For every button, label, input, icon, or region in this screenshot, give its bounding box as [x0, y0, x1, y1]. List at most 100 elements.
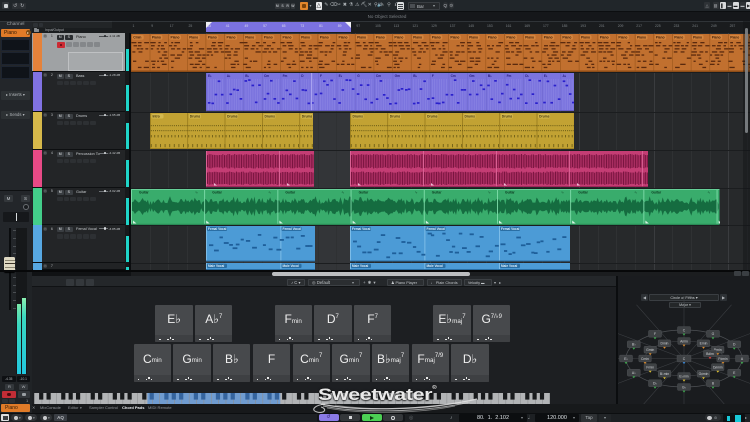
svg-text:Fm: Fm: [283, 74, 288, 78]
svg-text:Cm: Cm: [376, 74, 381, 78]
svg-text:G♭: G♭: [682, 385, 687, 389]
svg-text:D♯min: D♯min: [713, 365, 723, 369]
svg-text:Drums: Drums: [465, 114, 476, 118]
svg-text:F: F: [654, 332, 656, 336]
svg-text:Piano: Piano: [339, 35, 348, 39]
svg-text:Piano: Piano: [469, 35, 478, 39]
svg-text:Cmin: Cmin: [133, 35, 141, 39]
svg-text:E♭min: E♭min: [679, 374, 688, 378]
svg-text:E♭: E♭: [544, 74, 548, 78]
svg-text:Guitar: Guitar: [651, 190, 661, 194]
svg-text:∿: ∿: [415, 190, 418, 194]
svg-text:E♭: E♭: [624, 356, 628, 360]
svg-text:Drums: Drums: [390, 114, 401, 118]
svg-text:Male Vocal: Male Vocal: [208, 264, 224, 268]
svg-text:F: F: [320, 74, 322, 78]
svg-text:Intro: Intro: [153, 114, 160, 118]
svg-text:Fmin: Fmin: [646, 365, 654, 369]
svg-text:Piano: Piano: [413, 35, 422, 39]
svg-text:Male Vocal: Male Vocal: [352, 264, 368, 268]
svg-text:Femal Vocal: Femal Vocal: [283, 227, 301, 231]
svg-text:E♭: E♭: [208, 74, 212, 78]
svg-text:Drums: Drums: [353, 114, 364, 118]
svg-text:Piano: Piano: [525, 35, 534, 39]
svg-text:∿: ∿: [561, 190, 564, 194]
svg-text:Piano: Piano: [656, 35, 665, 39]
svg-text:D♭: D♭: [653, 381, 657, 385]
svg-text:Piano: Piano: [171, 35, 180, 39]
svg-text:Piano: Piano: [712, 35, 721, 39]
svg-text:Gm: Gm: [469, 74, 474, 78]
svg-text:E♭: E♭: [339, 74, 343, 78]
svg-text:Piano: Piano: [152, 35, 161, 39]
svg-text:F♯min: F♯min: [718, 356, 727, 360]
svg-text:B♭: B♭: [632, 342, 636, 346]
svg-text:Drums: Drums: [190, 114, 201, 118]
svg-text:Guitar: Guitar: [212, 190, 222, 194]
svg-text:Femal Vocal: Femal Vocal: [208, 227, 226, 231]
svg-text:Guitar: Guitar: [578, 190, 588, 194]
svg-text:G: G: [712, 332, 715, 336]
svg-text:∿: ∿: [195, 190, 198, 194]
svg-text:Piano: Piano: [506, 35, 515, 39]
svg-text:∿: ∿: [634, 190, 637, 194]
svg-text:A♭: A♭: [632, 371, 636, 375]
svg-text:Femal Vocal: Femal Vocal: [352, 227, 370, 231]
svg-text:Piano: Piano: [730, 35, 739, 39]
svg-text:∿: ∿: [707, 190, 710, 194]
svg-text:Piano: Piano: [394, 35, 403, 39]
svg-text:∿: ∿: [341, 190, 344, 194]
svg-text:Drums: Drums: [265, 114, 276, 118]
svg-text:Fm: Fm: [507, 74, 512, 78]
svg-text:Male Vocal: Male Vocal: [501, 264, 517, 268]
svg-text:Piano: Piano: [544, 35, 553, 39]
svg-text:Piano: Piano: [562, 35, 571, 39]
svg-text:Drums: Drums: [427, 114, 438, 118]
svg-text:Cmin: Cmin: [641, 356, 649, 360]
svg-text:Femal Vocal: Femal Vocal: [501, 227, 519, 231]
svg-text:Male Vocal: Male Vocal: [283, 264, 299, 268]
svg-text:B♭min: B♭min: [660, 372, 669, 376]
svg-text:Gm: Gm: [395, 74, 400, 78]
svg-text:Emin: Emin: [700, 341, 708, 345]
svg-text:Piano: Piano: [264, 35, 273, 39]
svg-text:Piano: Piano: [301, 35, 310, 39]
svg-text:Piano: Piano: [674, 35, 683, 39]
svg-text:B♭: B♭: [413, 74, 417, 78]
svg-text:Piano: Piano: [600, 35, 609, 39]
svg-text:Guitar: Guitar: [505, 190, 515, 194]
svg-text:Femal Vocal: Femal Vocal: [427, 227, 445, 231]
svg-text:∿: ∿: [268, 190, 271, 194]
svg-text:Bdim: Bdim: [706, 351, 714, 355]
svg-text:D♭: D♭: [525, 74, 529, 78]
svg-text:Amin: Amin: [680, 339, 688, 343]
svg-text:Piano: Piano: [320, 35, 329, 39]
svg-text:Dmin: Dmin: [661, 341, 669, 345]
svg-text:∿: ∿: [488, 190, 491, 194]
svg-text:A♭: A♭: [227, 74, 231, 78]
svg-text:B♭: B♭: [488, 74, 492, 78]
svg-text:Piano: Piano: [581, 35, 590, 39]
svg-text:Piano: Piano: [432, 35, 441, 39]
svg-text:Cm: Cm: [451, 74, 456, 78]
svg-text:Drums: Drums: [502, 114, 513, 118]
svg-text:Cm: Cm: [264, 74, 269, 78]
svg-text:Guitar: Guitar: [359, 190, 369, 194]
svg-text:Piano: Piano: [283, 35, 292, 39]
svg-text:B♭: B♭: [245, 74, 249, 78]
svg-text:G♯min: G♯min: [699, 372, 709, 376]
svg-text:Drums: Drums: [539, 114, 550, 118]
svg-text:Piano: Piano: [376, 35, 385, 39]
svg-text:Piano: Piano: [488, 35, 497, 39]
svg-text:Male Vocal: Male Vocal: [427, 264, 443, 268]
svg-text:Piano: Piano: [618, 35, 627, 39]
svg-text:Piano: Piano: [208, 35, 217, 39]
svg-text:Guitar: Guitar: [432, 190, 442, 194]
svg-text:A♭: A♭: [563, 74, 567, 78]
svg-text:Piano: Piano: [450, 35, 459, 39]
svg-text:Piano: Piano: [189, 35, 198, 39]
svg-text:Piano: Piano: [357, 35, 366, 39]
svg-text:Gmin: Gmin: [646, 348, 654, 352]
svg-text:Piano: Piano: [227, 35, 236, 39]
svg-text:Guitar: Guitar: [285, 190, 295, 194]
